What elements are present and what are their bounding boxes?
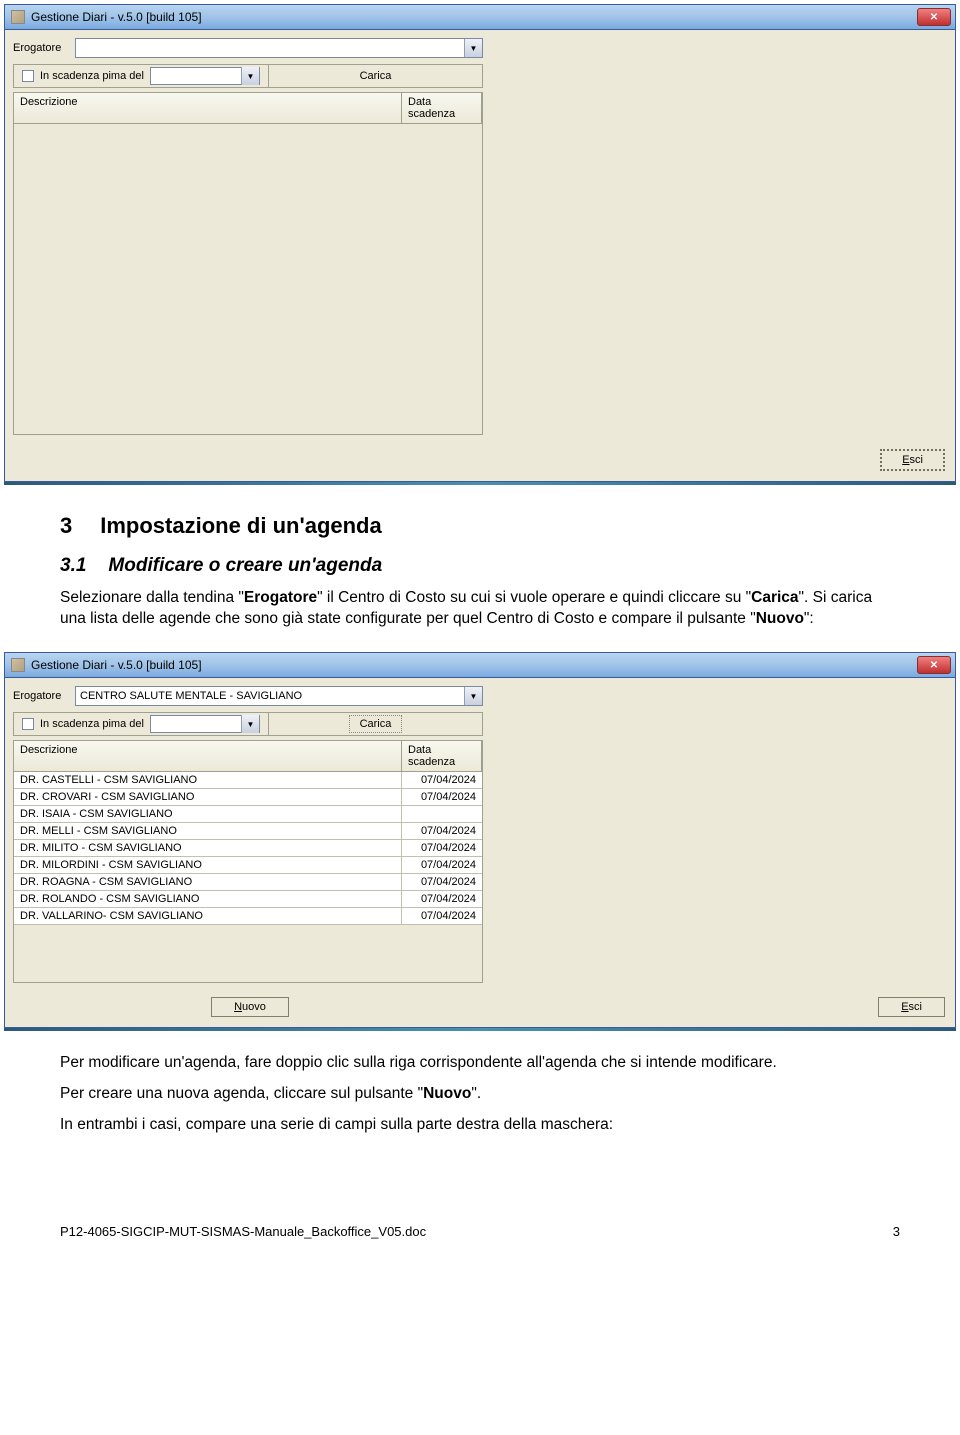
cell-descrizione: DR. MILORDINI - CSM SAVIGLIANO [14, 857, 402, 873]
column-descrizione: Descrizione [14, 93, 402, 123]
chevron-down-icon[interactable]: ▼ [464, 687, 482, 705]
erogatore-dropdown[interactable]: ▼ [75, 38, 483, 58]
table-row[interactable]: DR. CROVARI - CSM SAVIGLIANO07/04/2024 [14, 789, 482, 806]
scadenza-date-field[interactable]: ▼ [150, 67, 260, 85]
cell-descrizione: DR. ISAIA - CSM SAVIGLIANO [14, 806, 402, 822]
erogatore-value: CENTRO SALUTE MENTALE - SAVIGLIANO [76, 690, 464, 702]
paragraph-2: Per modificare un'agenda, fare doppio cl… [60, 1053, 900, 1074]
titlebar: Gestione Diari - v.5.0 [build 105] ✕ [5, 5, 955, 30]
window-title: Gestione Diari - v.5.0 [build 105] [31, 658, 202, 672]
paragraph-3: Per creare una nuova agenda, cliccare su… [60, 1084, 900, 1105]
heading-3: 3 Impostazione di un'agenda [60, 511, 900, 541]
app-icon [11, 10, 25, 24]
table-row[interactable]: DR. CASTELLI - CSM SAVIGLIANO07/04/2024 [14, 772, 482, 789]
column-data-scadenza: Data scadenza [402, 93, 482, 123]
window-title: Gestione Diari - v.5.0 [build 105] [31, 10, 202, 24]
filter-toolbar: In scadenza pima del ▼ Carica [13, 712, 483, 736]
diari-table: Descrizione Data scadenza DR. CASTELLI -… [13, 740, 483, 983]
cell-data-scadenza: 07/04/2024 [402, 857, 482, 873]
erogatore-dropdown[interactable]: CENTRO SALUTE MENTALE - SAVIGLIANO ▼ [75, 686, 483, 706]
column-descrizione: Descrizione [14, 741, 402, 771]
table-row[interactable]: DR. ROAGNA - CSM SAVIGLIANO07/04/2024 [14, 874, 482, 891]
cell-data-scadenza: 07/04/2024 [402, 891, 482, 907]
table-body: DR. CASTELLI - CSM SAVIGLIANO07/04/2024D… [14, 772, 482, 982]
cell-data-scadenza: 07/04/2024 [402, 874, 482, 890]
cell-data-scadenza: 07/04/2024 [402, 840, 482, 856]
table-row[interactable]: DR. MELLI - CSM SAVIGLIANO07/04/2024 [14, 823, 482, 840]
footer-doc-name: P12-4065-SIGCIP-MUT-SISMAS-Manuale_Backo… [60, 1224, 426, 1239]
cell-descrizione: DR. VALLARINO- CSM SAVIGLIANO [14, 908, 402, 924]
document-content: 3 Impostazione di un'agenda 3.1 Modifica… [0, 485, 960, 648]
cell-descrizione: DR. MELLI - CSM SAVIGLIANO [14, 823, 402, 839]
gestione-diari-window-empty: Gestione Diari - v.5.0 [build 105] ✕ Ero… [4, 4, 956, 482]
scadenza-label: In scadenza pima del [40, 718, 144, 730]
cell-descrizione: DR. MILITO - CSM SAVIGLIANO [14, 840, 402, 856]
close-icon: ✕ [930, 660, 938, 671]
esci-button[interactable]: Esci [878, 997, 945, 1017]
table-row[interactable]: DR. VALLARINO- CSM SAVIGLIANO07/04/2024 [14, 908, 482, 925]
scadenza-checkbox[interactable] [22, 718, 34, 730]
esci-button[interactable]: Esci [880, 449, 945, 471]
table-row[interactable]: DR. MILORDINI - CSM SAVIGLIANO07/04/2024 [14, 857, 482, 874]
subheading-number: 3.1 [60, 553, 86, 579]
table-body-empty [14, 124, 482, 434]
table-row[interactable]: DR. MILITO - CSM SAVIGLIANO07/04/2024 [14, 840, 482, 857]
paragraph-4: In entrambi i casi, compare una serie di… [60, 1115, 900, 1136]
chevron-down-icon[interactable]: ▼ [464, 39, 482, 57]
chevron-down-icon[interactable]: ▼ [241, 715, 259, 733]
scadenza-checkbox[interactable] [22, 70, 34, 82]
scadenza-label: In scadenza pima del [40, 70, 144, 82]
document-content: Per modificare un'agenda, fare doppio cl… [0, 1031, 960, 1154]
cell-data-scadenza [402, 806, 482, 822]
heading-3-1: 3.1 Modificare o creare un'agenda [60, 553, 900, 579]
scadenza-date-field[interactable]: ▼ [150, 715, 260, 733]
close-button[interactable]: ✕ [917, 656, 951, 674]
cell-descrizione: DR. ROLANDO - CSM SAVIGLIANO [14, 891, 402, 907]
footer-page-number: 3 [893, 1224, 900, 1239]
carica-button[interactable]: Carica [349, 715, 403, 733]
erogatore-label: Erogatore [13, 690, 69, 702]
cell-data-scadenza: 07/04/2024 [402, 908, 482, 924]
chevron-down-icon[interactable]: ▼ [241, 67, 259, 85]
app-icon [11, 658, 25, 672]
column-data-scadenza: Data scadenza [402, 741, 482, 771]
cell-descrizione: DR. CROVARI - CSM SAVIGLIANO [14, 789, 402, 805]
heading-title: Impostazione di un'agenda [100, 511, 381, 541]
table-row[interactable]: DR. ISAIA - CSM SAVIGLIANO [14, 806, 482, 823]
cell-data-scadenza: 07/04/2024 [402, 823, 482, 839]
diari-table: Descrizione Data scadenza [13, 92, 483, 435]
close-button[interactable]: ✕ [917, 8, 951, 26]
nuovo-button[interactable]: Nuovo [211, 997, 289, 1017]
paragraph-1: Selezionare dalla tendina "Erogatore" il… [60, 588, 900, 630]
heading-number: 3 [60, 511, 72, 541]
cell-data-scadenza: 07/04/2024 [402, 789, 482, 805]
erogatore-label: Erogatore [13, 42, 69, 54]
table-row[interactable]: DR. ROLANDO - CSM SAVIGLIANO07/04/2024 [14, 891, 482, 908]
cell-descrizione: DR. CASTELLI - CSM SAVIGLIANO [14, 772, 402, 788]
cell-descrizione: DR. ROAGNA - CSM SAVIGLIANO [14, 874, 402, 890]
filter-toolbar: In scadenza pima del ▼ Carica [13, 64, 483, 88]
titlebar: Gestione Diari - v.5.0 [build 105] ✕ [5, 653, 955, 678]
close-icon: ✕ [930, 12, 938, 23]
cell-data-scadenza: 07/04/2024 [402, 772, 482, 788]
subheading-title: Modificare o creare un'agenda [108, 553, 382, 579]
carica-button[interactable]: Carica [325, 68, 425, 84]
gestione-diari-window-populated: Gestione Diari - v.5.0 [build 105] ✕ Ero… [4, 652, 956, 1028]
page-footer: P12-4065-SIGCIP-MUT-SISMAS-Manuale_Backo… [0, 1224, 960, 1239]
